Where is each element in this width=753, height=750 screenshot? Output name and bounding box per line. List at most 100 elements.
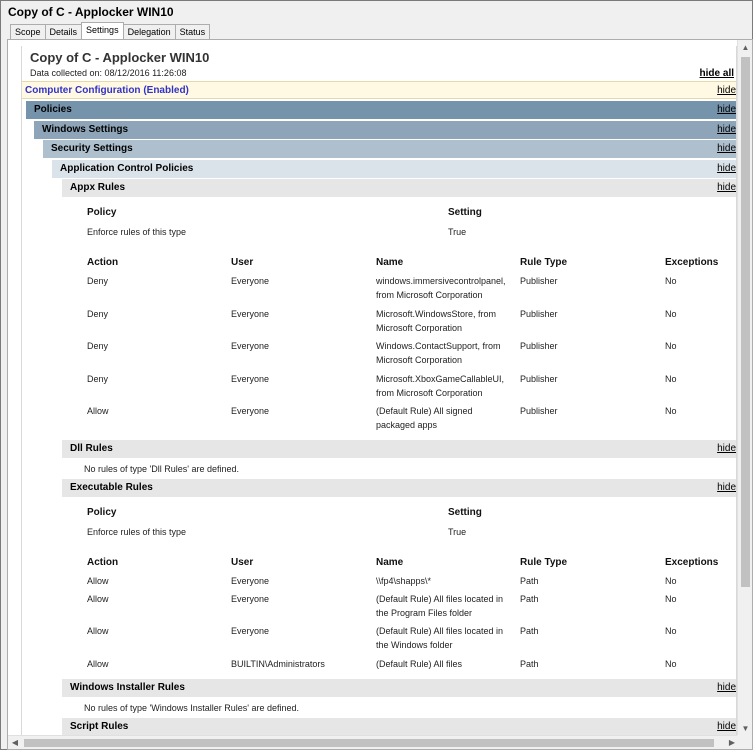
rule-exceptions: No — [665, 576, 677, 586]
hide-link[interactable]: hide — [717, 160, 736, 178]
policies-header[interactable]: Policies hide — [26, 101, 736, 119]
data-collected-date: Data collected on: 08/12/2016 11:26:08 — [30, 68, 187, 78]
rule-user: Everyone — [231, 341, 270, 351]
hide-link[interactable]: hide — [717, 179, 736, 197]
vertical-scrollbar[interactable]: ▲ ▼ — [737, 40, 752, 736]
rule-name-line2: from Microsoft Corporation — [376, 388, 483, 398]
rule-exceptions: No — [665, 276, 677, 286]
rule-user: Everyone — [231, 626, 270, 636]
tab-strip: Scope Details Settings Delegation Status — [10, 22, 211, 39]
rule-name-line1: (Default Rule) All files — [376, 659, 463, 669]
rule-name-line2: the Windows folder — [376, 640, 453, 650]
vertical-scroll-thumb[interactable] — [741, 57, 750, 587]
rule-exceptions: No — [665, 626, 677, 636]
hide-link[interactable]: hide — [717, 82, 736, 100]
rule-exceptions: No — [665, 659, 677, 669]
rule-user: Everyone — [231, 406, 270, 416]
rule-name-line1: (Default Rule) All files located in — [376, 594, 504, 604]
rule-type: Publisher — [520, 309, 558, 319]
horizontal-scroll-thumb[interactable] — [24, 739, 714, 747]
hide-link[interactable]: hide — [717, 121, 736, 139]
scroll-left-arrow-icon[interactable]: ◀ — [8, 736, 22, 749]
tab-scope[interactable]: Scope — [10, 24, 46, 39]
dll-rules-label: Dll Rules — [70, 443, 113, 454]
rule-action: Allow — [87, 659, 109, 669]
dll-rules-header[interactable]: Dll Rules hide — [62, 440, 736, 458]
hide-link[interactable]: hide — [717, 140, 736, 158]
settings-report: Copy of C - Applocker WIN10 Data collect… — [21, 46, 737, 736]
setting-column-header: Setting — [448, 507, 482, 518]
hide-all-link[interactable]: hide all — [700, 68, 734, 79]
rule-exceptions: No — [665, 374, 677, 384]
scroll-down-arrow-icon[interactable]: ▼ — [738, 721, 752, 736]
rule-type: Path — [520, 626, 539, 636]
no-rules-message: No rules of type 'Dll Rules' are defined… — [84, 464, 240, 474]
rule-name-line1: (Default Rule) All files located in — [376, 626, 504, 636]
windows-installer-rules-header[interactable]: Windows Installer Rules hide — [62, 679, 736, 697]
windows-settings-label: Windows Settings — [42, 124, 129, 135]
tab-details[interactable]: Details — [44, 24, 83, 39]
hide-link[interactable]: hide — [717, 101, 736, 119]
computer-configuration-header[interactable]: Computer Configuration (Enabled) hide — [22, 81, 736, 100]
policy-setting-value: True — [448, 227, 467, 237]
rule-type-column-header: Rule Type — [520, 257, 568, 268]
windows-settings-header[interactable]: Windows Settings hide — [34, 121, 736, 139]
rule-name-line2: Microsoft Corporation — [376, 355, 463, 365]
application-control-policies-header[interactable]: Application Control Policies hide — [52, 160, 736, 178]
rule-type: Publisher — [520, 374, 558, 384]
user-column-header: User — [231, 557, 254, 568]
rule-exceptions: No — [665, 594, 677, 604]
horizontal-scrollbar[interactable]: ◀ ▶ — [8, 735, 739, 749]
action-column-header: Action — [87, 557, 119, 568]
tab-settings[interactable]: Settings — [81, 22, 124, 39]
hide-link[interactable]: hide — [717, 679, 736, 697]
policy-column-header: Policy — [87, 207, 117, 218]
rule-name-line1: Microsoft.WindowsStore, from — [376, 309, 497, 319]
hide-link[interactable]: hide — [717, 718, 736, 735]
rule-name-line2: packaged apps — [376, 420, 438, 430]
script-rules-label: Script Rules — [70, 721, 129, 732]
policy-setting-value: True — [448, 527, 467, 537]
rule-exceptions: No — [665, 341, 677, 351]
hide-link[interactable]: hide — [717, 479, 736, 497]
tab-status[interactable]: Status — [174, 24, 211, 39]
rule-action: Allow — [87, 594, 109, 604]
appx-rules-header[interactable]: Appx Rules hide — [62, 179, 736, 197]
setting-column-header: Setting — [448, 207, 482, 218]
no-rules-message: No rules of type 'Windows Installer Rule… — [84, 703, 300, 713]
rule-user: Everyone — [231, 594, 270, 604]
gpo-window: Copy of C - Applocker WIN10 Scope Detail… — [0, 0, 753, 750]
policy-column-header: Policy — [87, 507, 117, 518]
rule-type: Publisher — [520, 341, 558, 351]
exceptions-column-header: Exceptions — [665, 557, 719, 568]
rule-action: Allow — [87, 626, 109, 636]
rule-name-line2: Microsoft Corporation — [376, 323, 463, 333]
name-column-header: Name — [376, 557, 404, 568]
computer-configuration-label: Computer Configuration (Enabled) — [25, 85, 189, 96]
user-column-header: User — [231, 257, 254, 268]
rule-exceptions: No — [665, 309, 677, 319]
rule-name-line1: Microsoft.XboxGameCallableUI, — [376, 374, 505, 384]
scroll-up-arrow-icon[interactable]: ▲ — [738, 40, 752, 55]
hide-link[interactable]: hide — [717, 440, 736, 458]
policy-name: Enforce rules of this type — [87, 527, 187, 537]
rule-user: BUILTIN\Administrators — [231, 659, 325, 669]
rule-action: Deny — [87, 309, 109, 319]
rule-action: Allow — [87, 576, 109, 586]
rule-type: Path — [520, 659, 539, 669]
rule-type: Publisher — [520, 406, 558, 416]
window-title: Copy of C - Applocker WIN10 — [8, 5, 174, 19]
rule-type: Path — [520, 576, 539, 586]
tab-delegation[interactable]: Delegation — [122, 24, 176, 39]
rule-action: Deny — [87, 374, 109, 384]
executable-rules-header[interactable]: Executable Rules hide — [62, 479, 736, 497]
security-settings-header[interactable]: Security Settings hide — [43, 140, 736, 158]
rule-name-line1: (Default Rule) All signed — [376, 406, 473, 416]
rule-name-line2: from Microsoft Corporation — [376, 290, 483, 300]
policy-name: Enforce rules of this type — [87, 227, 187, 237]
settings-panel: Copy of C - Applocker WIN10 Data collect… — [7, 39, 753, 750]
rule-action: Deny — [87, 341, 109, 351]
script-rules-header[interactable]: Script Rules hide — [62, 718, 736, 735]
rule-action: Deny — [87, 276, 109, 286]
rule-user: Everyone — [231, 276, 270, 286]
